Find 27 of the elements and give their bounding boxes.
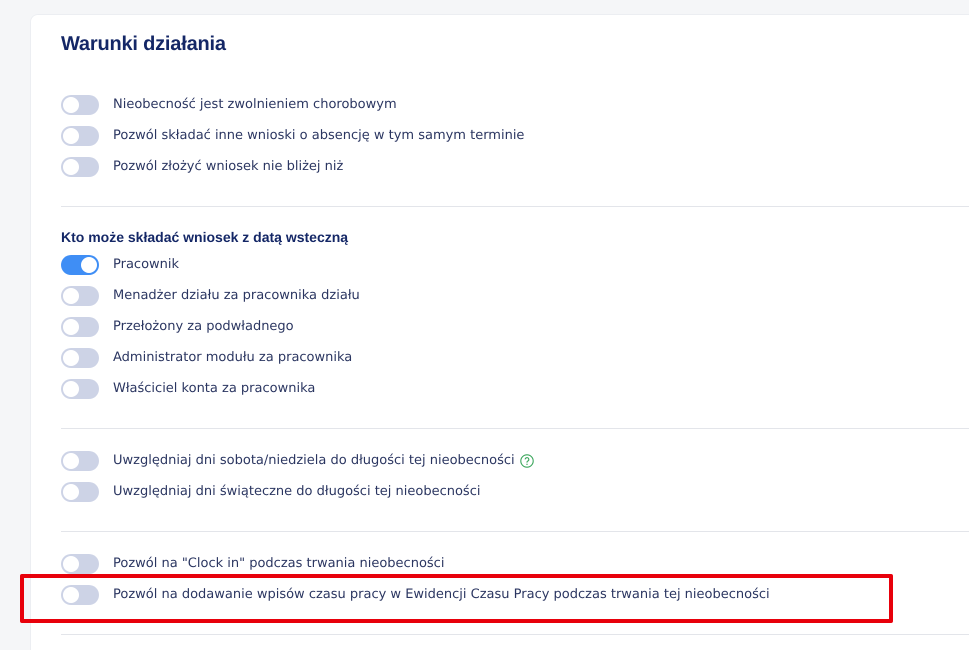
toggle-switch[interactable] — [61, 94, 99, 114]
toggle-label: Pozwól składać inne wnioski o absencję w tym samym terminie — [113, 128, 524, 143]
toggle-label: Uwzględniaj dni świąteczne do długości tej nieobecności — [113, 484, 480, 499]
toggle-switch[interactable] — [61, 348, 99, 368]
toggle-switch[interactable] — [61, 482, 99, 502]
toggle-label: Pozwól złożyć wniosek nie bliżej niż — [113, 159, 344, 174]
toggle-switch[interactable] — [61, 254, 99, 274]
toggle-label: Nieobecność jest zwolnieniem chorobowym — [113, 97, 397, 112]
toggle-label: Administrator modułu za pracownika — [113, 350, 352, 365]
help-icon[interactable] — [520, 454, 534, 468]
toggle-label: Uwzględniaj dni sobota/niedziela do długości tej nieobecności — [113, 453, 515, 468]
toggle-label: Pozwól na dodawanie wpisów czasu pracy w Ewidencji Czasu Pracy podczas trwania tej nieobecności — [113, 587, 770, 602]
toggle-label: Pracownik — [113, 257, 180, 272]
toggle-switch[interactable] — [61, 126, 99, 146]
toggle-switch[interactable] — [61, 156, 99, 176]
toggle-switch[interactable] — [61, 450, 99, 470]
toggle-switch[interactable] — [61, 286, 99, 306]
toggle-label: Przełożony za podwładnego — [113, 319, 294, 334]
toggle-switch[interactable] — [61, 316, 99, 336]
toggle-label: Właściciel konta za pracownika — [113, 381, 316, 396]
toggle-label: Pozwól na "Clock in" podczas trwania nieobecności — [113, 556, 444, 571]
toggle-switch[interactable] — [61, 554, 99, 574]
group-heading: Kto może składać wniosek z datą wsteczną — [61, 229, 350, 245]
toggle-switch[interactable] — [61, 584, 99, 604]
section-title: Warunki działania — [61, 33, 228, 56]
toggle-label: Menadżer działu za pracownika działu — [113, 288, 360, 303]
toggle-switch[interactable] — [61, 378, 99, 398]
